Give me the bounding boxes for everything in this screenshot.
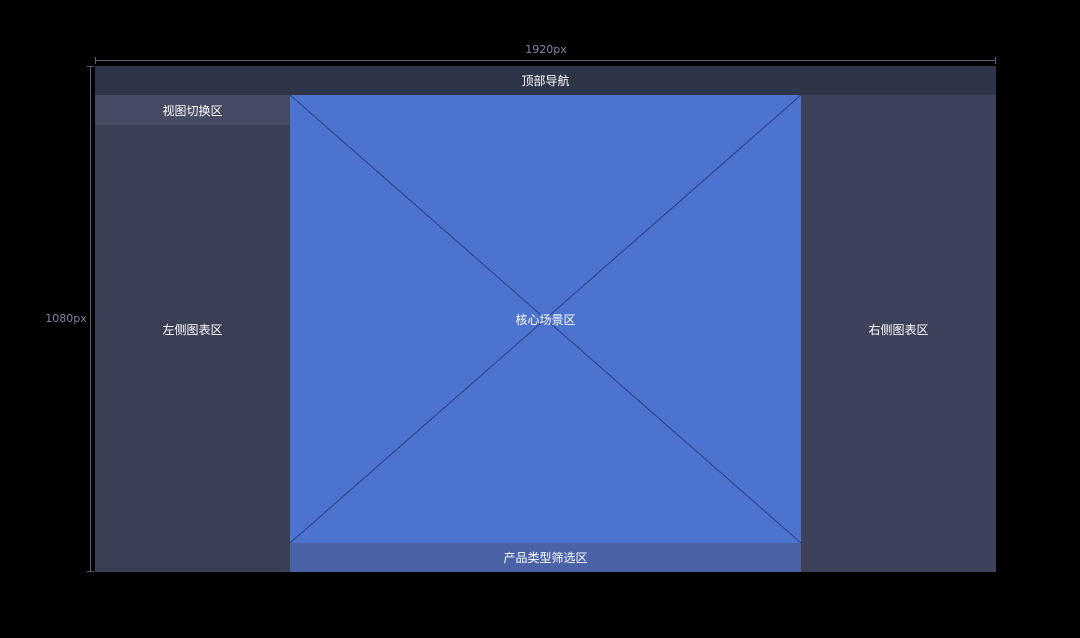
- view-switch-label: 视图切换区: [162, 103, 223, 118]
- product-filter-label: 产品类型筛选区: [503, 551, 588, 565]
- left-chart-region: 左侧图表区: [95, 125, 290, 572]
- top-navigation-region: 顶部导航: [95, 66, 996, 95]
- height-dimension-label: 1080px: [45, 312, 87, 325]
- core-scene-label: 核心场景区: [515, 313, 576, 327]
- right-chart-region: 右侧图表区: [801, 95, 996, 572]
- view-switch-region: 视图切换区: [95, 95, 290, 125]
- top-navigation-label: 顶部导航: [521, 74, 570, 88]
- layout-canvas: 顶部导航 视图切换区 左侧图表区 核心场景区 产品类型筛选区 右侧图表区: [95, 66, 996, 572]
- left-chart-label: 左侧图表区: [162, 323, 223, 337]
- width-dimension-label: 1920px: [525, 43, 567, 56]
- core-scene-region: 核心场景区: [290, 95, 801, 543]
- right-chart-label: 右侧图表区: [868, 323, 929, 337]
- width-dimension-line: [95, 57, 996, 64]
- height-dimension-line: [87, 66, 94, 572]
- product-filter-region: 产品类型筛选区: [290, 543, 801, 572]
